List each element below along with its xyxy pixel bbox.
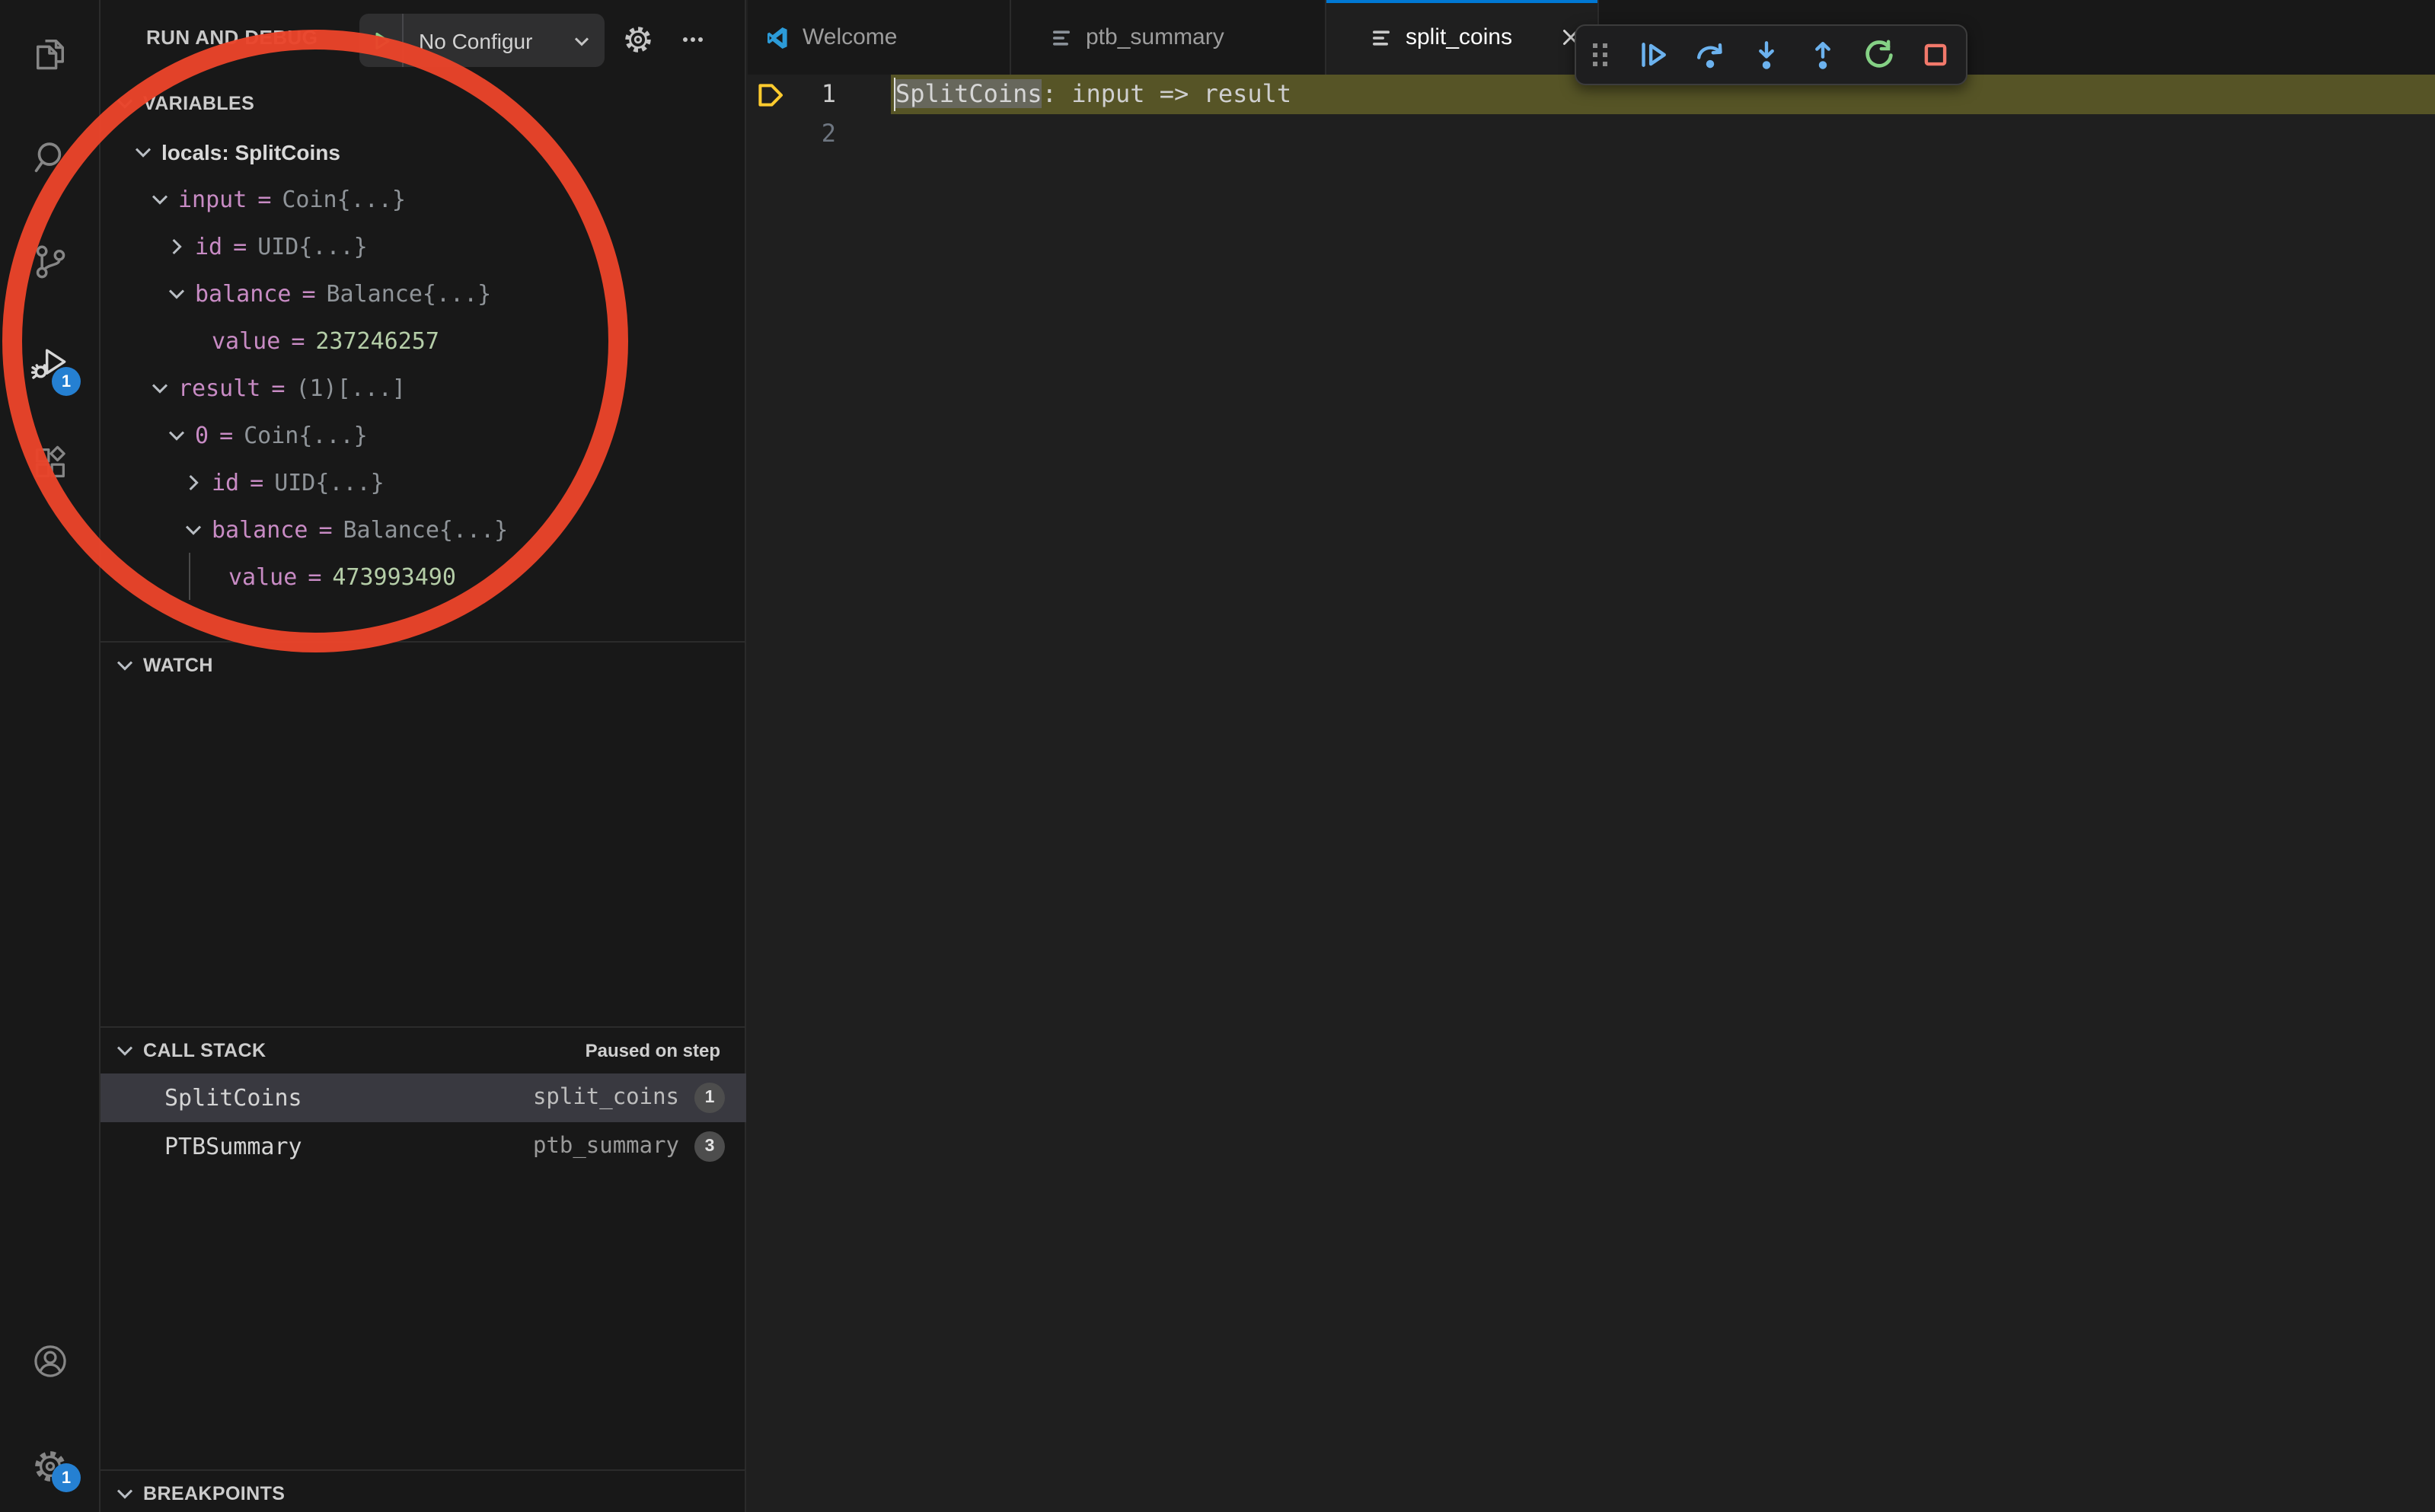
- tab-ptb-summary[interactable]: ptb_summary: [1011, 0, 1326, 75]
- variable-row[interactable]: id=UID{...}: [101, 222, 746, 270]
- variable-row[interactable]: id=UID{...}: [101, 458, 746, 506]
- editor-area: Welcome ptb_summary: [748, 0, 2435, 1512]
- step-out-button[interactable]: [1794, 30, 1850, 79]
- toolbar-drag-handle[interactable]: [1585, 41, 1625, 69]
- stack-frame-row[interactable]: SplitCoins split_coins 1: [101, 1073, 746, 1122]
- stack-frame-row[interactable]: PTBSummary ptb_summary 3: [101, 1122, 746, 1171]
- pause-status: Paused on step: [586, 1040, 746, 1061]
- section-title: BREAKPOINTS: [143, 1483, 285, 1504]
- variable-row[interactable]: balance=Balance{...}: [101, 506, 746, 553]
- chevron-down-icon[interactable]: [148, 187, 172, 211]
- gear-icon[interactable]: [621, 23, 655, 56]
- list-file-icon: [1049, 25, 1074, 49]
- chevron-right-icon[interactable]: [181, 470, 206, 494]
- frame-line-badge: 1: [694, 1083, 725, 1113]
- line-number: 1: [748, 75, 836, 114]
- variables-section-header[interactable]: VARIABLES: [101, 79, 746, 128]
- variable-row[interactable]: value=473993490: [101, 553, 746, 600]
- sidebar-title: RUN AND DEBUG: [146, 26, 318, 49]
- section-title: CALL STACK: [143, 1040, 266, 1061]
- account-icon[interactable]: [30, 1341, 70, 1381]
- watch-section: WATCH: [101, 641, 746, 1026]
- watch-section-header[interactable]: WATCH: [101, 643, 746, 688]
- breakpoints-section-header[interactable]: BREAKPOINTS: [101, 1471, 746, 1512]
- restart-button[interactable]: [1850, 30, 1907, 79]
- extensions-icon[interactable]: [30, 443, 70, 483]
- code-editor[interactable]: 1 SplitCoins: input => result 2: [748, 75, 2435, 1512]
- twisty-spacer: [181, 328, 206, 352]
- section-title: VARIABLES: [143, 93, 254, 114]
- search-icon[interactable]: [30, 139, 70, 178]
- explorer-icon[interactable]: [30, 33, 70, 73]
- vscode-window: 1 1 RUN AND D: [0, 0, 2435, 1512]
- tree-indent-guide: [189, 553, 190, 600]
- variables-section: VARIABLES locals: SplitCoins input=Coin{…: [101, 79, 746, 641]
- list-file-icon: [1369, 25, 1393, 49]
- settings-badge: 1: [52, 1463, 81, 1492]
- debug-badge: 1: [52, 367, 81, 396]
- highlighted-word: SplitCoins: [895, 79, 1042, 108]
- variable-row[interactable]: 0=Coin{...}: [101, 411, 746, 458]
- chevron-down-icon: [113, 1482, 137, 1506]
- frame-line-badge: 3: [694, 1131, 725, 1162]
- twisty-spacer: [198, 564, 222, 589]
- line-number: 2: [748, 114, 836, 154]
- variable-row[interactable]: result=(1)[...]: [101, 364, 746, 411]
- chevron-down-icon[interactable]: [164, 423, 189, 447]
- tab-welcome[interactable]: Welcome: [748, 0, 1011, 75]
- config-dropdown-label: No Configur: [419, 28, 532, 53]
- stop-button[interactable]: [1907, 30, 1963, 79]
- chevron-down-icon[interactable]: [148, 375, 172, 400]
- vscode-logo-icon: [766, 25, 790, 49]
- variable-row[interactable]: value=237246257: [101, 317, 746, 364]
- run-and-debug-sidebar: RUN AND DEBUG No Configur: [101, 0, 746, 1512]
- code-line-2[interactable]: 2: [748, 114, 2435, 154]
- debug-toolbar: [1575, 24, 1967, 85]
- chevron-down-icon[interactable]: [164, 281, 189, 305]
- activity-bar: 1 1: [0, 0, 101, 1512]
- source-control-icon[interactable]: [30, 242, 70, 282]
- launch-config-dropdown[interactable]: No Configur: [359, 14, 605, 67]
- call-stack-section: CALL STACK Paused on step SplitCoins spl…: [101, 1026, 746, 1469]
- chevron-down-icon[interactable]: [131, 139, 155, 164]
- section-title: WATCH: [143, 655, 213, 676]
- chevron-down-icon: [113, 91, 137, 116]
- step-over-button[interactable]: [1681, 30, 1738, 79]
- more-actions-icon[interactable]: [681, 27, 705, 52]
- chevron-down-icon: [113, 653, 137, 678]
- call-stack-section-header[interactable]: CALL STACK Paused on step: [101, 1028, 746, 1073]
- variables-tree: locals: SplitCoins input=Coin{...} id=UI…: [101, 128, 746, 600]
- variable-row[interactable]: balance=Balance{...}: [101, 270, 746, 317]
- continue-button[interactable]: [1625, 30, 1681, 79]
- chevron-down-icon[interactable]: [181, 517, 206, 541]
- chevron-right-icon[interactable]: [164, 234, 189, 258]
- variable-scope-row[interactable]: locals: SplitCoins: [101, 128, 746, 175]
- breakpoints-section: BREAKPOINTS: [101, 1469, 746, 1512]
- code-text: SplitCoins: input => result: [895, 75, 1291, 114]
- start-debug-play-icon[interactable]: [359, 14, 404, 67]
- variable-row[interactable]: input=Coin{...}: [101, 175, 746, 222]
- sidebar-header: RUN AND DEBUG No Configur: [101, 0, 745, 79]
- text-cursor: [893, 78, 895, 111]
- code-rest: : input => result: [1042, 79, 1292, 108]
- step-into-button[interactable]: [1738, 30, 1794, 79]
- chevron-down-icon: [570, 28, 594, 53]
- chevron-down-icon: [113, 1038, 137, 1063]
- tab-split-coins[interactable]: split_coins: [1326, 0, 1599, 75]
